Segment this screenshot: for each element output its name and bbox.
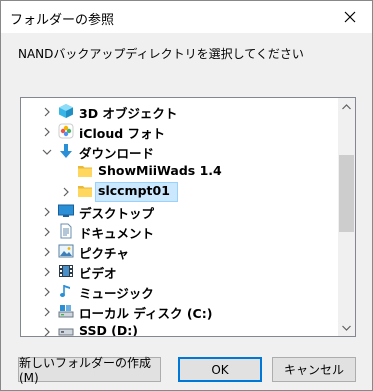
tree-item[interactable]: ローカル ディスク (C:) [21,301,337,321]
scroll-up-button[interactable] [338,98,355,115]
tree-item-label: デスクトップ [79,206,155,221]
dialog-title: フォルダーの参照 [10,13,115,28]
tree-item[interactable]: ビデオ [21,261,337,281]
tree-item[interactable]: ドキュメント [21,221,337,241]
tree-item[interactable]: ミュージック [21,281,337,301]
videos-icon [58,263,74,279]
tree-item-label: ピクチャ [79,246,129,261]
instruction-text: NANDバックアップディレクトリを選択してください [18,47,304,61]
tree-item[interactable]: 3D オブジェクト [21,101,337,121]
chevron-right-icon[interactable] [42,106,52,117]
chevron-right-icon[interactable] [42,126,52,137]
tree-item[interactable]: デスクトップ [21,201,337,221]
folder-icon [77,163,93,179]
vertical-scrollbar[interactable] [338,98,355,336]
tree-rows: 3D オブジェクト iCloud フォト ダウンロード ShowMiiWads 1.4… [21,98,337,336]
icloud-photos-icon [58,123,74,139]
desktop-icon [58,203,74,219]
tree-item-label: iCloud フォト [79,126,166,141]
folder-icon [77,183,93,199]
chevron-right-icon[interactable] [42,246,52,257]
chevron-right-icon[interactable] [42,326,52,336]
close-icon [344,11,356,23]
new-folder-button[interactable]: 新しいフォルダーの作成(M) [18,356,161,385]
tree-item-label: 3D オブジェクト [79,106,178,121]
scroll-thumb[interactable] [339,155,354,232]
chevron-up-icon [342,103,351,109]
chevron-right-icon[interactable] [42,206,52,217]
chevron-right-icon[interactable] [42,226,52,237]
scroll-down-button[interactable] [338,319,355,336]
cancel-button[interactable]: キャンセル [272,357,356,382]
tree-item[interactable]: ダウンロード [21,141,337,161]
tree-item-label: ドキュメント [79,226,155,241]
close-button[interactable] [328,1,372,33]
tree-item[interactable]: ShowMiiWads 1.4 [21,161,337,181]
chevron-down-icon[interactable] [42,146,52,156]
tree-item-label: slccmpt01 [98,183,170,198]
music-icon [58,283,74,299]
pictures-icon [58,243,74,259]
tree-item-label: ダウンロード [79,146,155,161]
tree-item-label: ミュージック [79,286,154,301]
drive-icon [58,323,74,336]
folder-tree[interactable]: 3D オブジェクト iCloud フォト ダウンロード ShowMiiWads 1.4… [20,97,356,337]
tree-item[interactable]: SSD (D:) [21,321,337,336]
ok-button[interactable]: OK [178,357,262,382]
documents-icon [58,223,74,239]
chevron-right-icon[interactable] [42,286,52,297]
tree-item-label: SSD (D:) [79,323,138,336]
title-bar: フォルダーの参照 [1,1,372,33]
local-disk-icon [58,303,74,319]
chevron-right-icon[interactable] [42,306,52,317]
tree-item-label: ビデオ [79,266,117,281]
tree-item[interactable]: iCloud フォト [21,121,337,141]
tree-item[interactable]: ピクチャ [21,241,337,261]
download-icon [58,143,74,159]
browse-folder-dialog: フォルダーの参照 NANDバックアップディレクトリを選択してください 3D オブ… [0,0,373,391]
tree-item[interactable]: slccmpt01 [21,181,337,202]
chevron-right-icon[interactable] [42,266,52,277]
tree-item-label: ローカル ディスク (C:) [79,306,213,321]
tree-item-label: ShowMiiWads 1.4 [98,163,222,178]
3d-objects-icon [58,103,74,119]
chevron-right-icon[interactable] [61,186,71,197]
chevron-down-icon [342,325,351,331]
